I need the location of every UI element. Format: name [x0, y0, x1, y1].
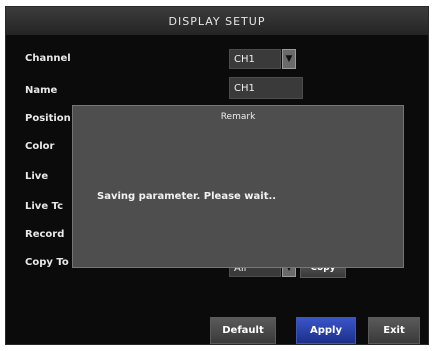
position-label: Position: [25, 113, 71, 124]
channel-label: Channel: [25, 53, 71, 64]
live-label: Live: [25, 171, 49, 182]
dialog-title: Remark: [220, 112, 256, 122]
name-value: CH1: [234, 82, 255, 94]
copy-to-label: Copy To: [25, 257, 69, 268]
display-setup-window: DISPLAY SETUP Channel Name Position Colo…: [5, 6, 429, 345]
name-label: Name: [25, 85, 58, 96]
channel-dropdown-button[interactable]: ▼: [282, 49, 296, 69]
default-button[interactable]: Default: [210, 317, 276, 344]
record-label: Record: [25, 229, 65, 240]
exit-button[interactable]: Exit: [368, 317, 420, 344]
name-input[interactable]: CH1: [229, 77, 303, 99]
channel-select[interactable]: CH1: [229, 49, 281, 69]
dialog-message: Saving parameter. Please wait..: [97, 191, 277, 202]
chevron-down-icon: ▼: [285, 54, 293, 64]
live-time-label: Live Tc: [25, 201, 64, 212]
remark-dialog: Remark Saving parameter. Please wait..: [72, 105, 404, 268]
channel-value: CH1: [234, 53, 255, 65]
window-title: DISPLAY SETUP: [6, 7, 428, 35]
color-label: Color: [25, 141, 55, 152]
apply-button[interactable]: Apply: [296, 317, 356, 344]
